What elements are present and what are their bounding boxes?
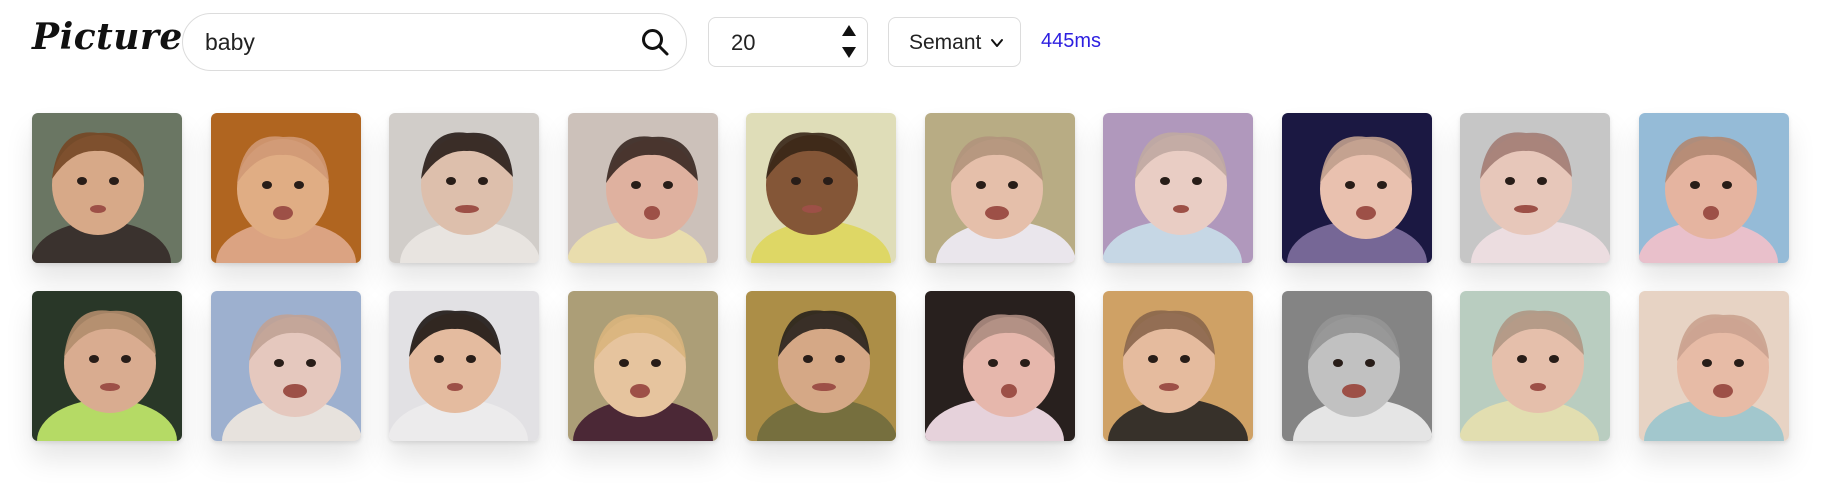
baby-photo [746, 291, 896, 441]
result-image[interactable] [389, 113, 539, 263]
baby-photo [1103, 113, 1253, 263]
result-image[interactable] [210, 291, 361, 441]
baby-photo [32, 291, 182, 441]
baby-photo [1103, 291, 1253, 441]
search-icon[interactable] [640, 27, 670, 57]
result-image[interactable] [1638, 113, 1789, 263]
result-image[interactable] [32, 113, 182, 263]
result-image[interactable] [32, 291, 182, 441]
result-count-input[interactable] [729, 18, 833, 67]
result-image[interactable] [1460, 291, 1610, 441]
result-count-stepper[interactable] [708, 17, 868, 67]
result-image[interactable] [1103, 113, 1253, 263]
result-image[interactable] [567, 113, 718, 263]
result-image[interactable] [1460, 113, 1610, 263]
app-logo[interactable]: Pictures [32, 16, 204, 58]
result-image[interactable] [746, 113, 896, 263]
baby-photo [567, 113, 718, 263]
result-image[interactable] [210, 113, 361, 263]
baby-photo [389, 291, 539, 441]
result-image[interactable] [746, 291, 896, 441]
baby-photo [746, 113, 896, 263]
query-timing: 445ms [1041, 30, 1102, 52]
search-input[interactable] [203, 14, 627, 71]
result-image[interactable] [1281, 291, 1432, 441]
baby-photo [567, 291, 718, 441]
baby-photo [924, 291, 1075, 441]
result-image[interactable] [1638, 291, 1789, 441]
result-image[interactable] [567, 291, 718, 441]
baby-photo [1638, 291, 1789, 441]
search-box[interactable] [182, 13, 687, 71]
baby-photo [1281, 113, 1432, 263]
baby-photo [924, 113, 1075, 263]
baby-photo [1281, 291, 1432, 441]
baby-photo [1638, 113, 1789, 263]
stepper-up-icon[interactable] [837, 21, 861, 41]
top-bar: Pictures Semant 445ms [0, 0, 1840, 90]
baby-photo [32, 113, 182, 263]
baby-photo [1460, 291, 1610, 441]
result-image[interactable] [1281, 113, 1432, 263]
stepper-down-icon[interactable] [837, 42, 861, 62]
result-image[interactable] [924, 291, 1075, 441]
baby-photo [210, 291, 361, 441]
baby-photo [389, 113, 539, 263]
baby-photo [210, 113, 361, 263]
result-image[interactable] [924, 113, 1075, 263]
result-image[interactable] [1103, 291, 1253, 441]
chevron-down-icon [991, 39, 1003, 47]
result-image[interactable] [389, 291, 539, 441]
search-mode-value: Semant [909, 31, 982, 54]
search-mode-select[interactable]: Semant [888, 17, 1021, 67]
baby-photo [1460, 113, 1610, 263]
